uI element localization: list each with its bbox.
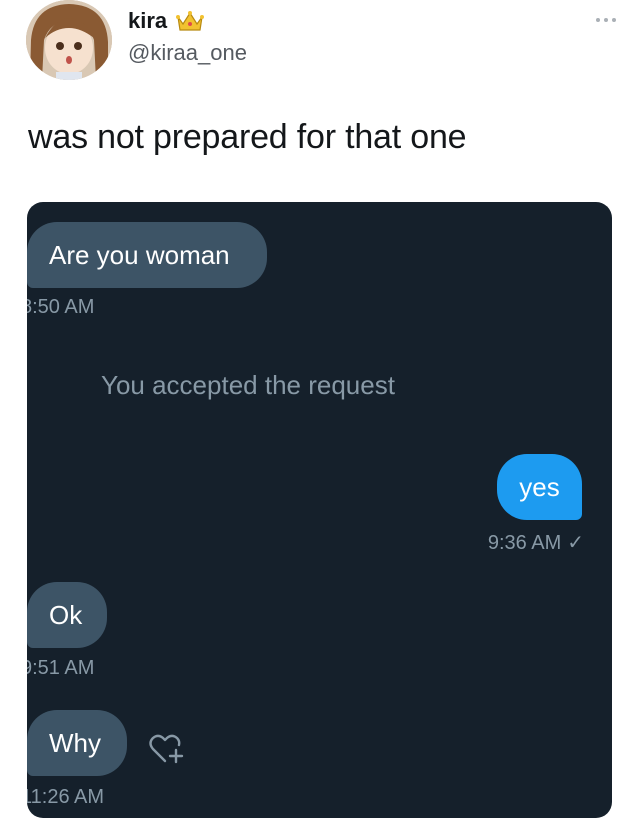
crown-icon: [175, 9, 205, 33]
message-timestamp: 9:36 AM: [487, 532, 562, 554]
message-text: Are you woman: [49, 239, 230, 270]
message-timestamp: 8:50 AM: [27, 296, 95, 318]
message-bubble-incoming: Ok: [27, 582, 107, 648]
message-timestamp: 9:51 AM: [27, 657, 95, 679]
message-timestamp-row: 9:36 AM ✓: [488, 530, 584, 555]
system-message: You accepted the request: [101, 370, 395, 400]
avatar[interactable]: [26, 0, 112, 80]
add-reaction-heart-icon[interactable]: [145, 728, 185, 768]
message-bubble-outgoing: yes: [497, 454, 582, 520]
more-dots-icon[interactable]: [596, 14, 626, 26]
message-text: yes: [519, 471, 560, 502]
message-bubble-incoming: Why: [27, 710, 127, 776]
message-text: Why: [49, 727, 101, 758]
tweet-text: was not prepared for that one: [28, 118, 467, 156]
check-icon: ✓: [567, 532, 584, 554]
display-name-text: kira: [128, 8, 168, 33]
message-text: Ok: [49, 599, 83, 630]
message-bubble-incoming: Are you woman: [27, 222, 267, 288]
tweet-header: kira @kiraa_one: [0, 0, 640, 100]
message-timestamp: 11:26 AM: [27, 786, 105, 808]
display-name[interactable]: kira: [128, 8, 205, 34]
handle[interactable]: @kiraa_one: [128, 40, 247, 66]
dm-screenshot: Are you woman 8:50 AM You accepted the r…: [27, 202, 612, 818]
